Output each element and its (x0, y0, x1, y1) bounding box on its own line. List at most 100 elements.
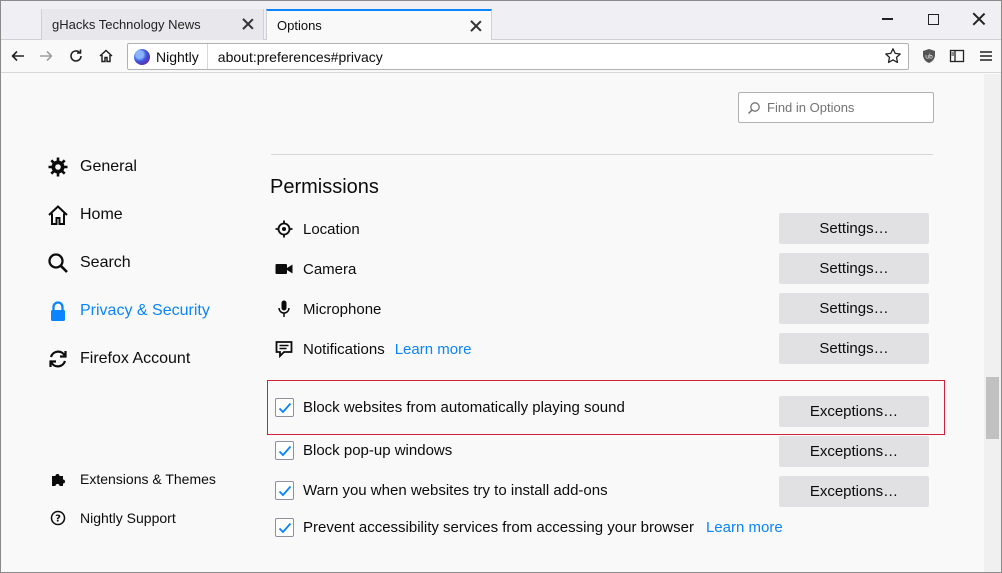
lock-icon (47, 300, 69, 322)
url-bar[interactable]: Nightly about:preferences#privacy (127, 43, 909, 70)
permission-row-notifications: Notifications Learn more (274, 339, 471, 359)
checkmark-icon (278, 485, 291, 496)
permission-label: Camera (303, 260, 357, 278)
permission-label: Microphone (303, 300, 382, 318)
sidebar-item-search[interactable]: Search (47, 252, 131, 274)
svg-text:?: ? (55, 514, 61, 525)
bookmark-star-icon[interactable] (884, 47, 902, 68)
maximize-button[interactable] (919, 7, 947, 31)
preferences-page: Find in Options General Home Search Priv… (1, 74, 984, 572)
checkmark-icon (278, 445, 291, 456)
sidebar-icon (949, 49, 965, 63)
notifications-learn-more-link[interactable]: Learn more (395, 341, 472, 358)
tab-label: gHacks Technology News (52, 17, 201, 32)
checkbox-label: Warn you when websites try to install ad… (303, 482, 608, 499)
sidebar-item-label: Home (80, 206, 123, 223)
sidebar-item-home[interactable]: Home (47, 204, 123, 226)
tab-close-icon[interactable] (241, 17, 255, 31)
microphone-icon (274, 299, 294, 319)
sidebar-item-label: General (80, 158, 137, 175)
accessibility-learn-more-link[interactable]: Learn more (706, 519, 783, 536)
find-in-options-field[interactable]: Find in Options (738, 92, 934, 123)
checkmark-icon (278, 522, 291, 533)
permission-label: Notifications (303, 340, 385, 358)
tab-close-icon[interactable] (469, 19, 483, 33)
identity-box[interactable]: Nightly (128, 44, 208, 69)
browser-window: gHacks Technology News Options Nightly a… (0, 0, 1002, 573)
warn-addons-option[interactable]: Warn you when websites try to install ad… (275, 481, 608, 500)
home-button[interactable] (93, 44, 119, 68)
minimize-icon (881, 18, 893, 20)
help-icon: ? (49, 509, 67, 527)
maximize-icon (927, 13, 939, 25)
prevent-accessibility-checkbox[interactable] (275, 518, 294, 537)
sidebar-link-label: Extensions & Themes (80, 471, 216, 487)
tab-strip: gHacks Technology News Options (1, 1, 1001, 41)
close-icon (972, 12, 986, 26)
minimize-button[interactable] (873, 7, 901, 31)
shield-icon: ub (923, 49, 935, 63)
block-autoplay-sound-option[interactable]: Block websites from automatically playin… (275, 398, 625, 417)
nightly-logo-icon (134, 48, 150, 65)
close-window-button[interactable] (965, 7, 993, 31)
gear-icon (47, 156, 69, 178)
section-divider (271, 154, 933, 155)
reload-icon (70, 49, 82, 62)
block-popups-option[interactable]: Block pop-up windows (275, 441, 452, 460)
navigation-toolbar: Nightly about:preferences#privacy ub (1, 40, 1001, 73)
permission-label: Location (303, 220, 360, 238)
home-icon (99, 49, 113, 63)
reload-button[interactable] (63, 44, 89, 68)
puzzle-icon (49, 470, 67, 488)
permission-row-camera: Camera (274, 259, 356, 279)
sidebar-toggle-button[interactable] (944, 44, 970, 68)
addons-exceptions-button[interactable]: Exceptions… (779, 476, 929, 507)
ublock-button[interactable]: ub (916, 44, 942, 68)
sync-icon (47, 348, 69, 370)
svg-text:ub: ub (925, 54, 933, 61)
home-icon (47, 204, 69, 226)
back-arrow-icon (11, 50, 24, 62)
sidebar-link-nightly-support[interactable]: ? Nightly Support (49, 509, 176, 527)
sidebar-link-extensions-themes[interactable]: Extensions & Themes (49, 470, 216, 488)
tab-ghacks[interactable]: gHacks Technology News (41, 9, 264, 40)
forward-button[interactable] (33, 44, 59, 68)
url-text[interactable]: about:preferences#privacy (208, 49, 908, 65)
sidebar-item-label: Search (80, 254, 131, 271)
block-popups-checkbox[interactable] (275, 441, 294, 460)
vertical-scrollbar[interactable] (984, 74, 1001, 572)
sidebar-item-label: Firefox Account (80, 350, 191, 367)
scrollbar-thumb[interactable] (986, 377, 999, 439)
identity-label: Nightly (156, 48, 199, 65)
permission-row-location: Location (274, 219, 360, 239)
notifications-settings-button[interactable]: Settings… (779, 333, 929, 364)
microphone-settings-button[interactable]: Settings… (779, 293, 929, 324)
hamburger-menu-icon (980, 51, 992, 61)
tab-options[interactable]: Options (266, 9, 492, 41)
permission-row-microphone: Microphone (274, 299, 381, 319)
checkbox-label: Prevent accessibility services from acce… (303, 519, 694, 536)
checkmark-icon (278, 402, 291, 413)
sidebar-item-general[interactable]: General (47, 156, 137, 178)
block-autoplay-checkbox[interactable] (275, 398, 294, 417)
prevent-accessibility-option[interactable]: Prevent accessibility services from acce… (275, 518, 783, 537)
location-settings-button[interactable]: Settings… (779, 213, 929, 244)
sidebar-item-firefox-account[interactable]: Firefox Account (47, 348, 190, 370)
tab-label: Options (277, 18, 322, 33)
permissions-heading: Permissions (270, 176, 379, 198)
autoplay-exceptions-button[interactable]: Exceptions… (779, 396, 929, 427)
location-icon (274, 219, 294, 239)
search-icon (47, 252, 69, 274)
notification-speech-bubble-icon (274, 339, 294, 359)
find-placeholder: Find in Options (767, 100, 855, 115)
checkbox-label: Block websites from automatically playin… (303, 399, 625, 416)
menu-button[interactable] (973, 44, 999, 68)
camera-settings-button[interactable]: Settings… (779, 253, 929, 284)
camera-icon (274, 259, 294, 279)
search-icon (747, 101, 760, 114)
sidebar-item-privacy-security[interactable]: Privacy & Security (47, 300, 210, 322)
back-button[interactable] (5, 44, 31, 68)
popups-exceptions-button[interactable]: Exceptions… (779, 436, 929, 467)
warn-addons-checkbox[interactable] (275, 481, 294, 500)
checkbox-label: Block pop-up windows (303, 442, 453, 459)
